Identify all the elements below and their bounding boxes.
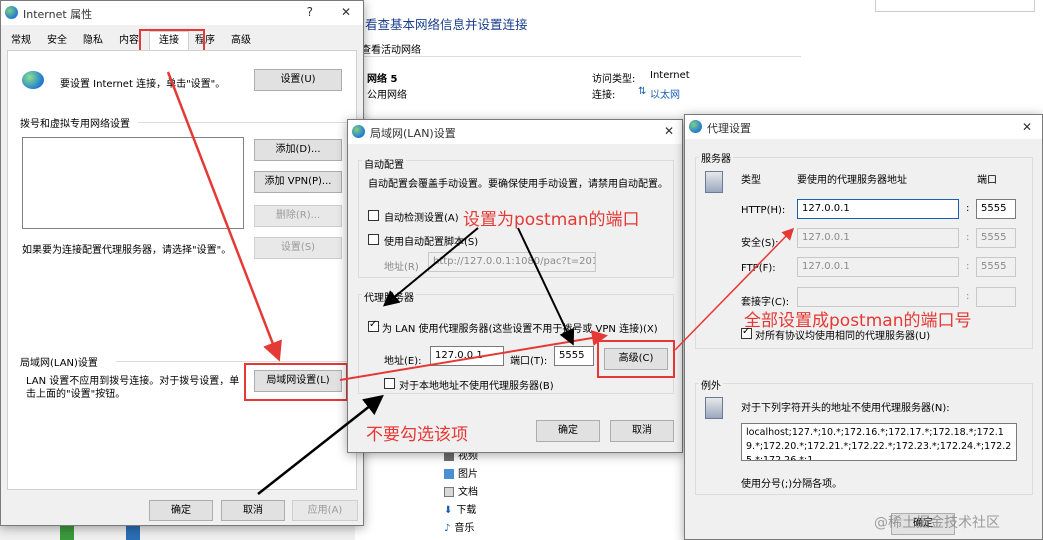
arrow-port-to-checkbox — [382, 227, 479, 307]
annotation-set-port: 设置为postman的端口 — [463, 210, 640, 230]
watermark: @稀土掘金技术社区 — [874, 515, 1000, 531]
annotation-set-all: 全部设置成postman的端口号 — [744, 311, 972, 331]
annotation-arrows — [166, 71, 795, 495]
arrow-lan-to-advanced — [339, 330, 608, 381]
annotation-do-not-check: 不要勾选该项 — [366, 425, 468, 445]
arrow-advanced-to-proxy — [674, 227, 795, 351]
arrow-bypass — [257, 394, 384, 495]
arrow-tab-to-lan — [166, 71, 282, 362]
arrow-port-to-field — [517, 227, 575, 346]
